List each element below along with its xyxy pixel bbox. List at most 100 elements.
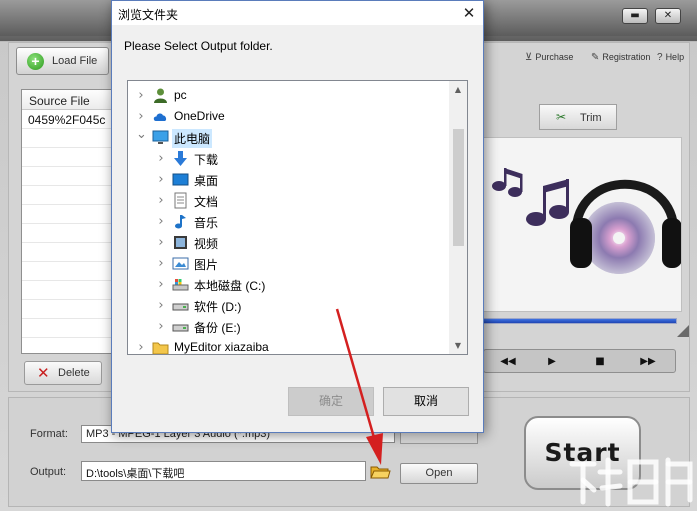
tree-item-label: 软件 (D:) — [194, 300, 242, 314]
play-button[interactable]: ▶ — [532, 353, 572, 370]
chevron-right-icon[interactable]: › — [156, 235, 166, 250]
purchase-link[interactable]: ⊻ Purchase — [525, 52, 573, 63]
cart-icon: ⊻ — [525, 52, 533, 63]
tree-item[interactable]: › 下载 — [128, 148, 450, 169]
close-button[interactable]: ✕ — [655, 8, 681, 24]
video-icon — [172, 234, 189, 251]
chevron-right-icon[interactable]: › — [156, 256, 166, 271]
registration-link[interactable]: ✎ Registration — [591, 52, 650, 63]
scroll-down-icon[interactable]: ▼ — [449, 337, 467, 354]
tree-item-label: 图片 — [194, 258, 219, 272]
tree-item[interactable]: › 软件 (D:) — [128, 295, 450, 316]
stop-button[interactable]: ■ — [580, 353, 620, 370]
scissors-icon: ✂ — [556, 110, 567, 124]
key-icon: ✎ — [591, 52, 600, 63]
tree-scrollbar[interactable]: ▲ ▼ — [449, 81, 467, 354]
help-icon: ? — [657, 52, 663, 63]
tree-item[interactable]: › 备份 (E:) — [128, 316, 450, 337]
scroll-thumb[interactable] — [453, 129, 464, 246]
dialog-title-bar[interactable]: 浏览文件夹 ✕ — [112, 1, 483, 25]
list-item[interactable]: 0459%2F045c — [22, 110, 112, 129]
browse-folder-icon[interactable] — [369, 462, 391, 481]
add-icon: + — [27, 53, 44, 70]
dialog-close-icon[interactable]: ✕ — [456, 2, 482, 24]
playback-progress[interactable] — [483, 318, 677, 324]
list-item-empty — [22, 224, 112, 243]
list-item-empty — [22, 319, 112, 338]
chevron-right-icon[interactable]: › — [156, 172, 166, 187]
tree-item[interactable]: › pc — [128, 85, 450, 106]
user-icon — [152, 87, 169, 104]
list-item-empty — [22, 148, 112, 167]
load-file-button[interactable]: + Load File — [16, 47, 109, 75]
chevron-right-icon[interactable]: › — [156, 151, 166, 166]
list-item-empty — [22, 300, 112, 319]
download-icon — [172, 150, 189, 167]
tree-item[interactable]: › 视频 — [128, 232, 450, 253]
browse-folder-dialog: 浏览文件夹 ✕ Please Select Output folder. › pc… — [111, 0, 484, 433]
tree-item[interactable]: › OneDrive — [128, 106, 450, 127]
cloud-icon — [152, 108, 169, 125]
chevron-right-icon[interactable]: › — [136, 340, 146, 354]
tree-item-label: 文档 — [194, 195, 219, 209]
drive-icon — [172, 297, 189, 314]
tree-item-label: MyEditor xiazaiba — [174, 340, 269, 354]
cancel-button[interactable]: 取消 — [383, 387, 469, 416]
dialog-title: 浏览文件夹 — [118, 8, 179, 22]
chevron-down-icon[interactable]: ⌄ — [136, 127, 147, 142]
purchase-label: Purchase — [535, 52, 574, 62]
chevron-right-icon[interactable]: › — [136, 109, 146, 124]
list-item-empty — [22, 281, 112, 300]
trim-button[interactable]: ✂ Trim — [539, 104, 617, 130]
help-link[interactable]: ? Help — [657, 52, 684, 63]
fast-forward-button[interactable]: ▶▶ — [628, 353, 668, 370]
picture-icon — [172, 255, 189, 272]
drive-icon — [172, 318, 189, 335]
chevron-right-icon[interactable]: › — [156, 298, 166, 313]
folder-tree[interactable]: › pc › OneDrive ⌄ 此电脑 › 下载 › 桌面 › 文档 › 音乐 › 视频 › 图片 › 本地磁盘 … — [127, 80, 468, 355]
help-label: Help — [665, 52, 685, 62]
chevron-right-icon[interactable]: › — [156, 319, 166, 334]
tree-item[interactable]: › 本地磁盘 (C:) — [128, 274, 450, 295]
scroll-up-icon[interactable]: ▲ — [449, 81, 467, 98]
player-controls: ◀◀ ▶ ■ ▶▶ — [483, 349, 676, 373]
chevron-right-icon[interactable]: › — [156, 214, 166, 229]
trim-label: Trim — [580, 112, 602, 124]
tree-item[interactable]: ⌄ 此电脑 — [128, 127, 450, 148]
list-item-empty — [22, 262, 112, 281]
computer-icon — [152, 129, 169, 146]
system-drive-icon — [172, 276, 189, 293]
volume-slider[interactable] — [677, 325, 689, 337]
source-file-list[interactable]: Source File 0459%2F045c — [21, 89, 113, 354]
tree-item-label: 音乐 — [194, 216, 219, 230]
load-file-label: Load File — [52, 55, 98, 67]
album-art — [483, 137, 682, 312]
tree-item-label: 视频 — [194, 237, 219, 251]
minimize-button[interactable]: ▬ — [622, 8, 648, 24]
list-item-empty — [22, 186, 112, 205]
tree-item-label: OneDrive — [174, 109, 225, 123]
rewind-button[interactable]: ◀◀ — [488, 353, 528, 370]
ok-button[interactable]: 确定 — [288, 387, 374, 416]
tree-item[interactable]: › 音乐 — [128, 211, 450, 232]
output-label: Output: — [30, 466, 67, 478]
delete-icon: ✕ — [37, 365, 50, 382]
list-item-empty — [22, 167, 112, 186]
tree-item[interactable]: › 桌面 — [128, 169, 450, 190]
tree-item-label: 备份 (E:) — [194, 321, 241, 335]
folder-icon — [152, 339, 169, 354]
format-label: Format: — [30, 428, 68, 440]
chevron-right-icon[interactable]: › — [136, 88, 146, 103]
list-item-empty — [22, 243, 112, 262]
progress-fill — [484, 319, 676, 323]
delete-button[interactable]: ✕ Delete — [24, 361, 102, 385]
output-path-input[interactable]: D:\tools\桌面\下载吧 — [81, 461, 366, 481]
open-button[interactable]: Open — [400, 463, 478, 484]
chevron-right-icon[interactable]: › — [156, 277, 166, 292]
source-file-header[interactable]: Source File — [22, 90, 112, 110]
tree-item[interactable]: › 文档 — [128, 190, 450, 211]
chevron-right-icon[interactable]: › — [156, 193, 166, 208]
desktop-icon — [172, 171, 189, 188]
tree-item[interactable]: › MyEditor xiazaiba — [128, 337, 450, 354]
tree-item[interactable]: › 图片 — [128, 253, 450, 274]
